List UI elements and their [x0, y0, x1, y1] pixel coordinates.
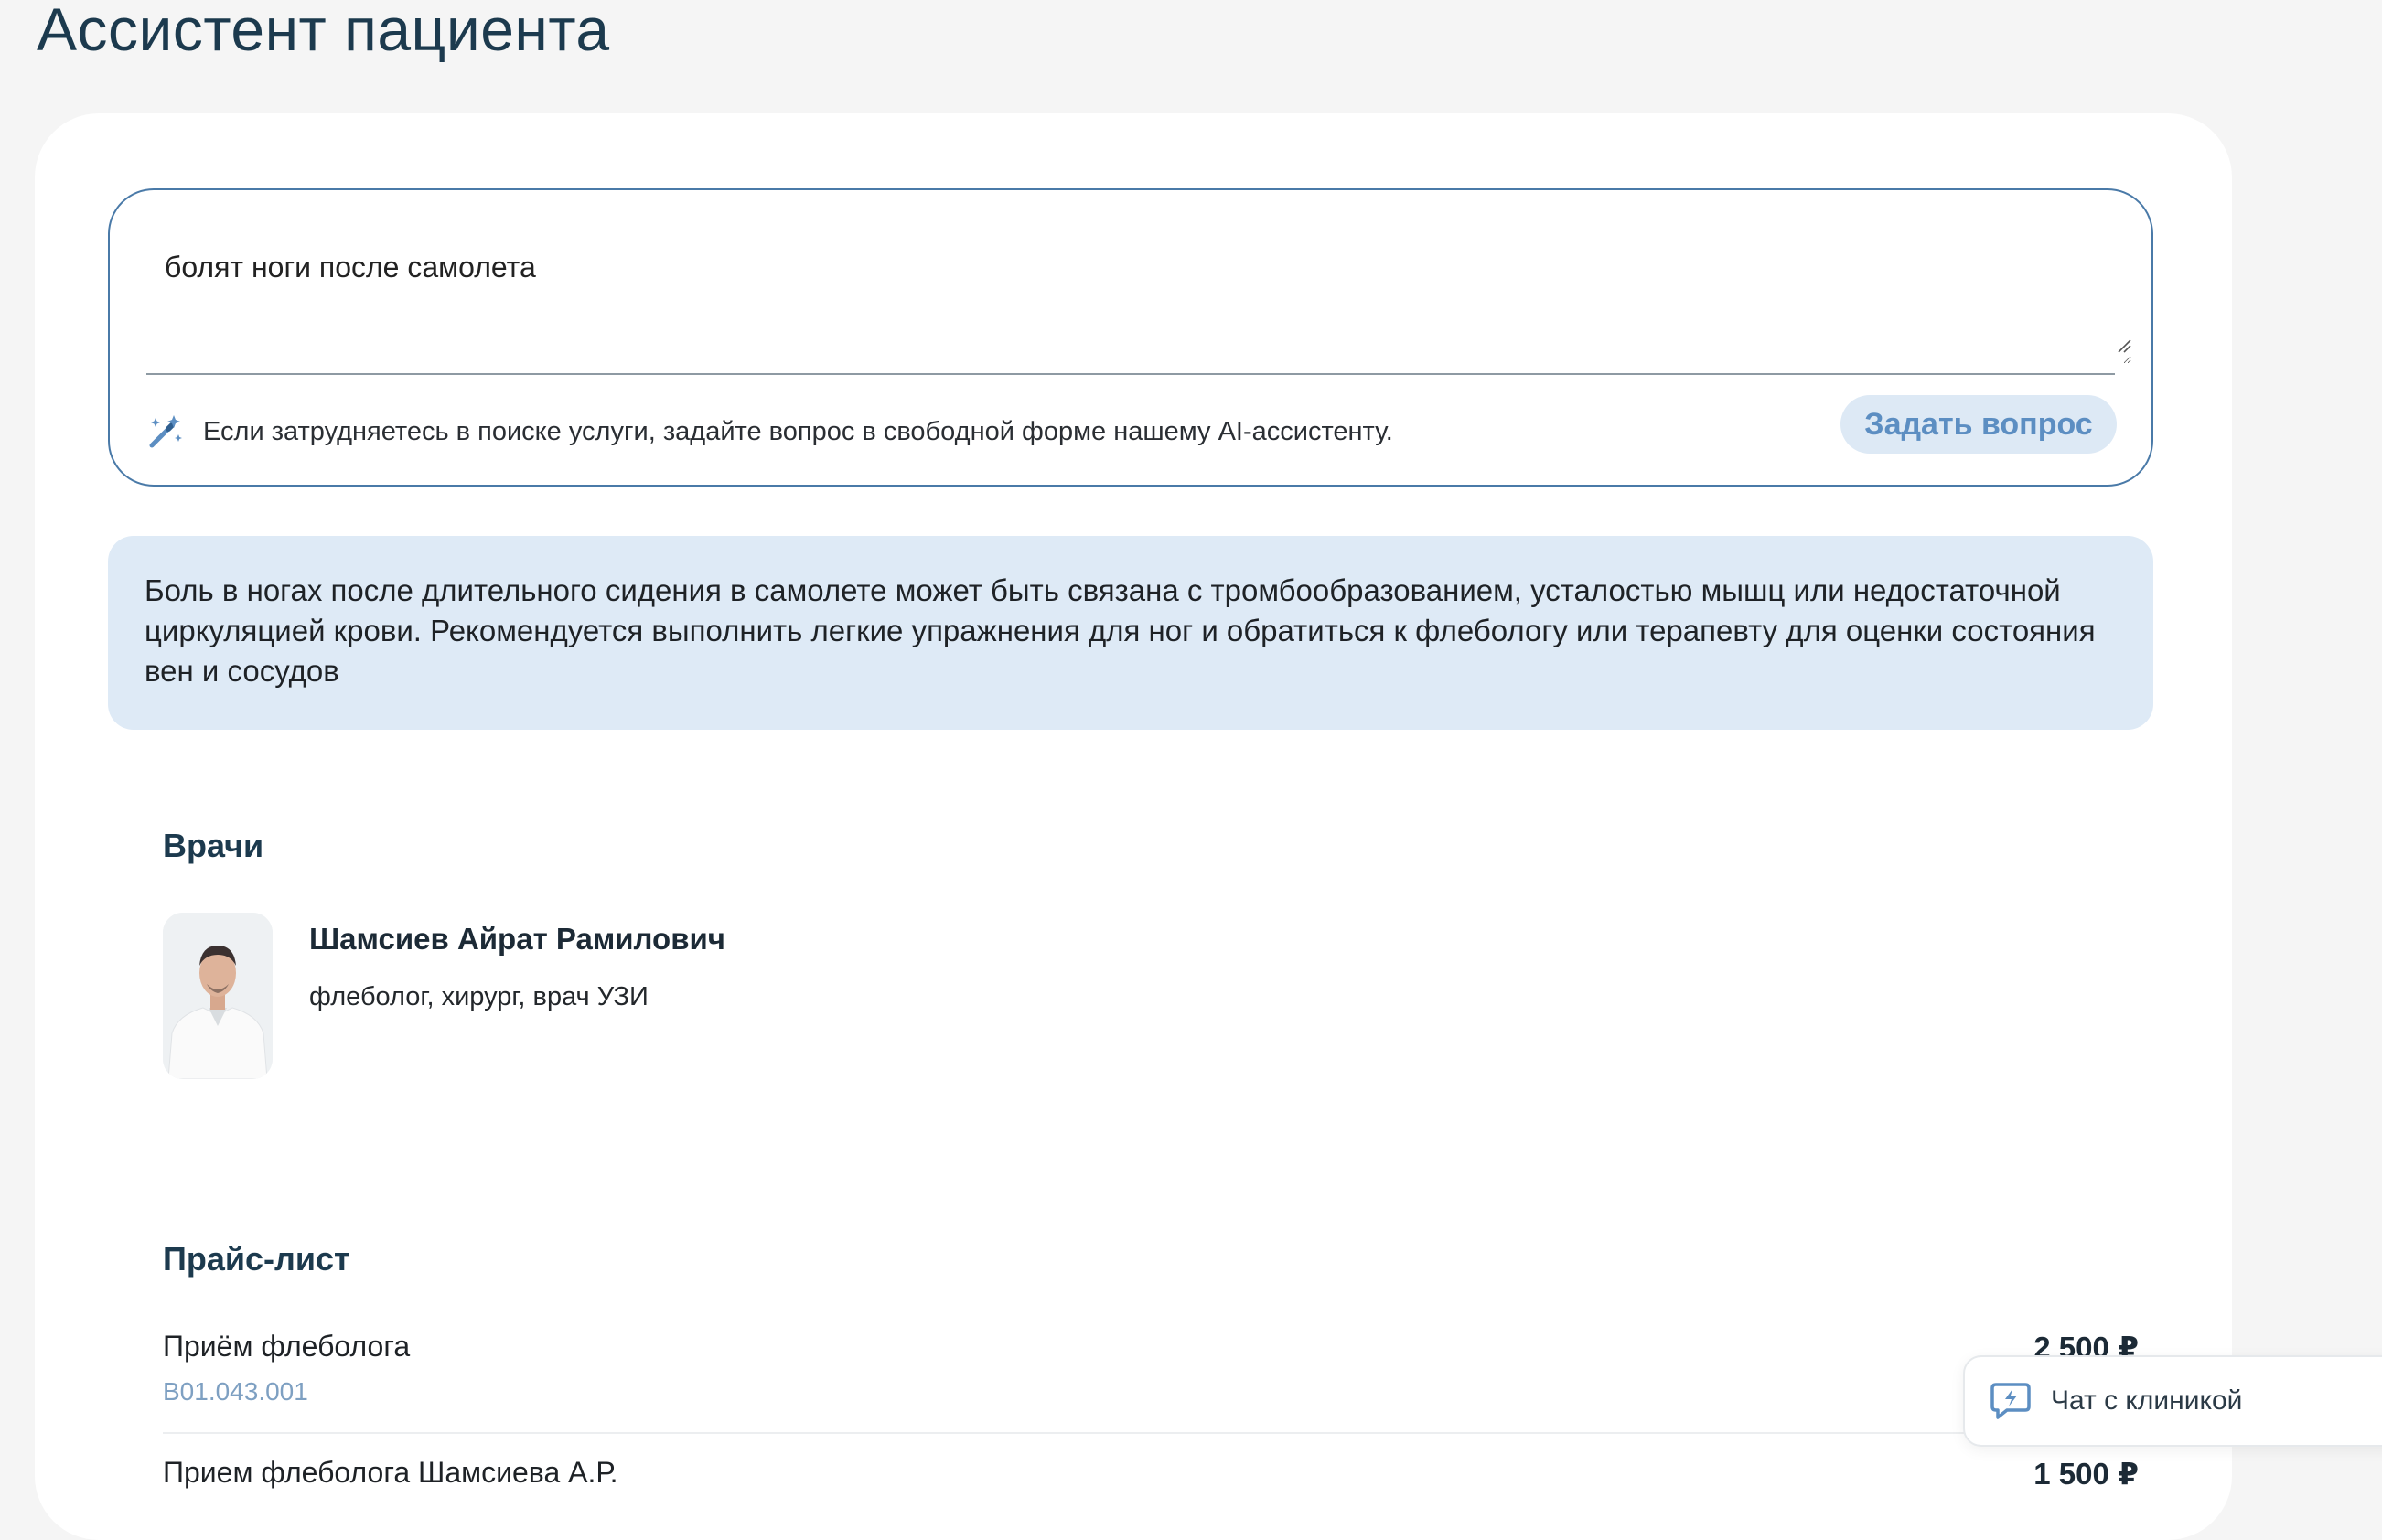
price-divider [163, 1432, 2139, 1434]
answer-box: Боль в ногах после длительного сидения в… [108, 536, 2153, 730]
ask-question-button[interactable]: Задать вопрос [1840, 395, 2117, 454]
chat-label: Чат с клиникой [2051, 1385, 2243, 1416]
hint-row: Если затрудняетесь в поиске услуги, зада… [146, 402, 1393, 461]
service-price: 1 500 ₽ [2033, 1457, 2139, 1491]
price-list-heading: Прайс-лист [163, 1240, 350, 1278]
doctor-card[interactable]: Шамсиев Айрат Рамилович флеболог, хирург… [163, 913, 1443, 1083]
price-row[interactable]: Приём флеболога B01.043.001 2 500 ₽ [163, 1330, 2139, 1430]
doctor-name[interactable]: Шамсиев Айрат Рамилович [309, 922, 725, 957]
doctor-avatar-image [163, 913, 273, 1079]
resize-handle-icon[interactable] [2115, 337, 2131, 353]
doctors-heading: Врачи [163, 827, 264, 864]
service-name: Приём флеболога [163, 1330, 411, 1363]
doctor-photo[interactable] [163, 913, 273, 1079]
query-input[interactable]: болят ноги после самолета [165, 245, 2131, 364]
answer-text: Боль в ногах после длительного сидения в… [145, 573, 2096, 688]
doctor-specialty: флеболог, хирург, врач УЗИ [309, 982, 649, 1011]
service-name: Прием флеболога Шамсиева А.Р. [163, 1456, 618, 1489]
assistant-card: болят ноги после самолета Если затрудняе… [35, 113, 2232, 1540]
price-row[interactable]: Прием флеболога Шамсиева А.Р. 1 500 ₽ [163, 1456, 2139, 1511]
chat-with-clinic-button[interactable]: Чат с клиникой [1963, 1355, 2382, 1447]
magic-wand-icon [149, 415, 182, 448]
service-code: B01.043.001 [163, 1377, 308, 1406]
page-title: Ассистент пациента [37, 0, 610, 63]
ask-divider [146, 373, 2115, 375]
ask-box: болят ноги после самолета Если затрудняе… [108, 188, 2153, 487]
hint-text: Если затрудняетесь в поиске услуги, зада… [203, 416, 1393, 446]
chat-bubble-icon [1990, 1383, 2031, 1419]
